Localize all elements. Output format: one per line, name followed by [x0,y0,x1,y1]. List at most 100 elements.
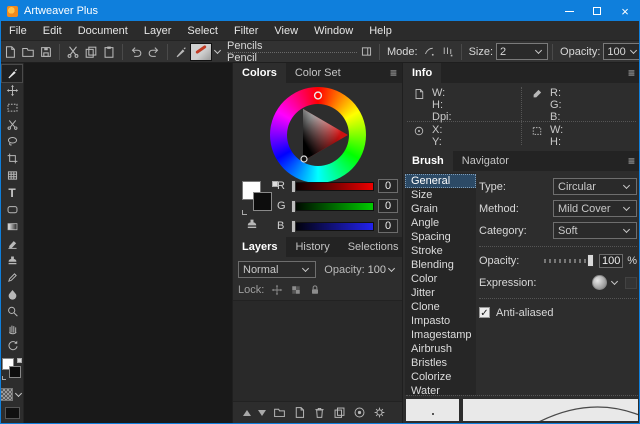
text-tool[interactable]: T [2,184,22,201]
new-document-button[interactable] [1,43,19,61]
brush-category-imagestamp[interactable]: Imagestamp [405,328,476,342]
tab-info[interactable]: Info [403,63,441,83]
mosaic-tool[interactable] [2,167,22,184]
brush-opacity-slider[interactable] [544,259,594,263]
duplicate-layer-icon[interactable] [333,406,346,419]
method-dropdown[interactable]: Mild Cover [553,200,637,217]
blue-value[interactable]: 0 [378,219,398,233]
brush-category-angle[interactable]: Angle [405,216,476,230]
foreground-background-swatches[interactable] [2,358,22,382]
save-button[interactable] [37,43,55,61]
redo-button[interactable] [145,43,163,61]
background-color-swatch[interactable] [9,366,21,378]
layer-opacity-dropdown[interactable]: 100 [368,264,397,276]
size-dropdown[interactable]: 2 [496,43,548,60]
tab-layers[interactable]: Layers [233,237,286,257]
category-dropdown[interactable]: Soft [553,222,637,239]
color-wheel[interactable] [270,87,366,183]
brush-category-general[interactable]: General [405,174,476,188]
brush-category-colorize[interactable]: Colorize [405,370,476,384]
brush-category-grain[interactable]: Grain [405,202,476,216]
canvas-area[interactable] [23,63,232,423]
undo-button[interactable] [127,43,145,61]
tab-brush[interactable]: Brush [403,151,453,171]
scissors-tool[interactable] [2,116,22,133]
shape-tool[interactable] [2,201,22,218]
brush-category-stroke[interactable]: Stroke [405,244,476,258]
lock-position-icon[interactable] [271,284,283,296]
copy-button[interactable] [82,43,100,61]
rotate-tool[interactable] [2,337,22,354]
opacity-dropdown[interactable]: 100 [603,43,639,60]
brush-opacity-handle[interactable] [587,254,594,267]
expression-settings-button[interactable] [625,277,637,289]
tab-colors[interactable]: Colors [233,63,286,83]
freehand-mode-button[interactable] [421,43,439,61]
colors-panel-menu-icon[interactable]: ≡ [390,66,397,80]
green-value[interactable]: 0 [378,199,398,213]
color-stamp-icon[interactable] [245,217,259,231]
move-layer-up-icon[interactable] [243,410,251,416]
hue-marker[interactable] [315,92,322,99]
tab-history[interactable]: History [286,237,338,257]
cut-button[interactable] [64,43,82,61]
reset-colors-icon[interactable] [2,376,6,380]
current-brush-name[interactable]: Pencils Pencil [227,41,357,63]
brush-category-jitter[interactable]: Jitter [405,286,476,300]
saturation-triangle[interactable] [270,87,366,183]
blue-slider-handle[interactable] [291,220,296,233]
brush-category-impasto[interactable]: Impasto [405,314,476,328]
expression-chevron-icon[interactable] [611,278,618,285]
fill-tool[interactable] [2,286,22,303]
pencil-tool[interactable] [2,269,22,286]
tool-option-swatch[interactable] [5,407,20,419]
menu-document[interactable]: Document [70,25,136,37]
blue-slider[interactable] [291,222,374,231]
maximize-button[interactable] [583,1,611,21]
stamp-tool[interactable] [2,252,22,269]
layers-list[interactable] [233,300,402,401]
brush-panel-menu-icon[interactable]: ≡ [628,154,635,168]
crop-tool[interactable] [2,150,22,167]
expression-texture-icon[interactable] [592,275,607,290]
panel-color-swatches[interactable] [242,181,278,215]
brush-category-airbrush[interactable]: Airbrush [405,342,476,356]
menu-edit[interactable]: Edit [35,25,70,37]
layer-properties-gear-icon[interactable] [373,406,386,419]
new-group-icon[interactable] [273,406,286,419]
move-tool[interactable] [2,82,22,99]
menu-view[interactable]: View [266,25,306,37]
brush-panel-toggle-button[interactable] [357,43,375,61]
type-dropdown[interactable]: Circular [553,178,637,195]
menu-window[interactable]: Window [306,25,361,37]
info-panel-menu-icon[interactable]: ≡ [628,66,635,80]
new-layer-icon[interactable] [293,406,306,419]
move-layer-down-icon[interactable] [258,410,266,416]
paste-button[interactable] [100,43,118,61]
pattern-picker[interactable] [0,388,24,401]
brush-category-color[interactable]: Color [405,272,476,286]
tab-navigator[interactable]: Navigator [453,151,518,171]
menu-help[interactable]: Help [361,25,400,37]
minimize-button[interactable] [555,1,583,21]
zoom-tool[interactable] [2,303,22,320]
brush-category-bristles[interactable]: Bristles [405,356,476,370]
straight-lines-mode-button[interactable] [439,43,457,61]
pattern-swatch[interactable] [0,388,13,401]
lock-all-icon[interactable] [309,284,321,296]
swap-colors-icon[interactable] [17,358,22,363]
tab-selections[interactable]: Selections [339,237,408,257]
background-color-swatch[interactable] [253,192,272,211]
brush-picker-chevron-icon[interactable] [214,47,221,54]
lasso-tool[interactable] [2,133,22,150]
open-button[interactable] [19,43,37,61]
menu-layer[interactable]: Layer [136,25,180,37]
reset-colors-icon[interactable] [242,210,247,215]
green-slider-handle[interactable] [291,200,296,213]
blend-mode-dropdown[interactable]: Normal [238,261,316,278]
close-button[interactable]: × [611,1,639,21]
layer-effects-icon[interactable] [353,406,366,419]
menu-filter[interactable]: Filter [226,25,266,37]
gradient-tool[interactable] [2,218,22,235]
menu-file[interactable]: File [1,25,35,37]
